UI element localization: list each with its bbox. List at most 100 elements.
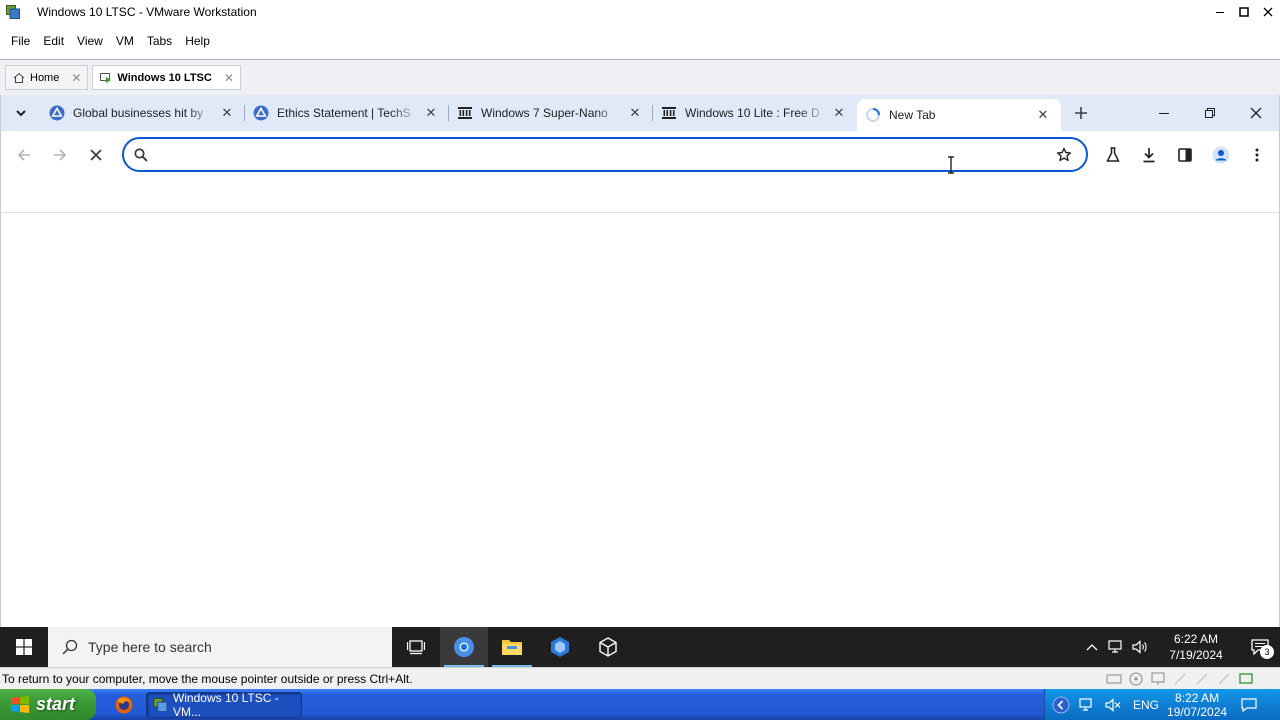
tray-back-arrow-icon[interactable] <box>1051 695 1071 715</box>
menu-file[interactable]: File <box>5 28 36 54</box>
taskbar-app-blue[interactable] <box>536 627 584 667</box>
new-tab-button[interactable] <box>1065 97 1097 129</box>
loading-icon <box>865 107 881 123</box>
volume-icon[interactable] <box>1128 627 1152 667</box>
win10-start-button[interactable] <box>0 627 48 667</box>
download-icon[interactable] <box>1131 137 1167 173</box>
triangle-logo-icon <box>49 105 65 121</box>
device-cd-icon[interactable] <box>1128 671 1144 687</box>
address-bar[interactable] <box>122 137 1088 172</box>
menu-help[interactable]: Help <box>179 28 216 54</box>
tab-close-icon[interactable]: ✕ <box>623 101 647 125</box>
chrome-tab[interactable]: Windows 10 Lite : Free D ✕ <box>653 95 857 131</box>
windows-logo-icon <box>16 639 32 655</box>
taskbar-app-cube[interactable] <box>584 627 632 667</box>
menu-vm[interactable]: VM <box>110 28 140 54</box>
xp-system-tray: ENG 8:22 AM 19/07/2024 <box>1044 689 1280 720</box>
vmware-titlebar: Windows 10 LTSC - VMware Workstation <box>0 0 1280 24</box>
vmware-minimize-button[interactable] <box>1208 0 1232 24</box>
forward-arrow-icon <box>54 149 67 161</box>
chrome-tab-title: Ethics Statement | TechS <box>277 106 411 120</box>
device-hdd-icon[interactable] <box>1106 671 1122 687</box>
vmware-maximize-button[interactable] <box>1232 0 1256 24</box>
guest-screen[interactable]: Global businesses hit by ✕ Ethics Statem… <box>0 95 1280 627</box>
menu-edit[interactable]: Edit <box>37 28 70 54</box>
action-center-button[interactable]: 3 <box>1240 627 1280 667</box>
chrome-minimize-button[interactable] <box>1141 95 1187 131</box>
text-cursor-icon <box>948 156 954 174</box>
message-log-icon[interactable] <box>1238 671 1254 687</box>
triangle-logo-icon <box>253 105 269 121</box>
tab-search-button[interactable] <box>1 95 41 131</box>
address-input[interactable] <box>156 146 1050 163</box>
bookmark-star-icon[interactable] <box>1050 141 1078 169</box>
tray-muted-volume-icon[interactable] <box>1103 695 1123 715</box>
search-icon <box>52 639 88 655</box>
forward-button[interactable] <box>42 137 78 173</box>
xp-notification-icon[interactable] <box>1239 695 1259 715</box>
profile-avatar-icon[interactable] <box>1203 137 1239 173</box>
task-view-icon <box>407 640 425 655</box>
vmware-tab-close-icon[interactable]: ✕ <box>71 71 81 85</box>
chrome-restore-button[interactable] <box>1187 95 1233 131</box>
menu-view[interactable]: View <box>71 28 109 54</box>
device-network-icon[interactable] <box>1150 671 1166 687</box>
taskbar-chrome[interactable] <box>440 627 488 667</box>
chrome-tab-title: Global businesses hit by <box>73 106 204 120</box>
vmware-window-title: Windows 10 LTSC - VMware Workstation <box>37 5 257 19</box>
app-icon <box>551 637 569 657</box>
menu-tabs[interactable]: Tabs <box>141 28 178 54</box>
win10-search-box[interactable]: Type here to search <box>48 627 392 667</box>
chrome-tab-bar: Global businesses hit by ✕ Ethics Statem… <box>1 95 1279 131</box>
vmware-menubar: File Edit View VM Tabs Help <box>0 28 216 54</box>
vmware-close-button[interactable] <box>1256 0 1280 24</box>
tab-close-icon[interactable]: ✕ <box>827 101 851 125</box>
device-usb-icon[interactable] <box>1172 671 1188 687</box>
side-panel-icon[interactable] <box>1167 137 1203 173</box>
language-indicator[interactable]: ENG <box>1133 698 1159 712</box>
vmware-tab-home[interactable]: Home ✕ <box>5 65 89 90</box>
quicklaunch-firefox-icon[interactable] <box>112 693 136 717</box>
back-button[interactable] <box>6 137 42 173</box>
vmware-app-icon <box>5 4 21 20</box>
labs-flask-icon[interactable] <box>1095 137 1131 173</box>
win10-time: 6:22 AM <box>1173 632 1219 646</box>
archive-icon <box>457 105 473 121</box>
chrome-tab-title: Windows 10 Lite : Free D <box>685 106 820 120</box>
taskbar-file-explorer[interactable] <box>488 627 536 667</box>
chrome-tab[interactable]: Ethics Statement | TechS ✕ <box>245 95 449 131</box>
cube-icon <box>599 637 617 657</box>
folder-icon <box>502 640 522 655</box>
chrome-tab-active[interactable]: New Tab ✕ <box>857 99 1061 131</box>
xp-start-button[interactable]: start <box>0 689 96 720</box>
vmware-tab-vm[interactable]: Windows 10 LTSC ✕ <box>92 65 241 90</box>
win10-clock[interactable]: 6:22 AM 7/19/2024 <box>1160 631 1232 663</box>
device-printer-icon[interactable] <box>1216 671 1232 687</box>
plus-icon <box>1075 107 1087 119</box>
stop-loading-button[interactable] <box>78 137 114 173</box>
xp-date: 19/07/2024 <box>1167 704 1228 719</box>
vmware-tab-label: Windows 10 LTSC <box>117 71 212 84</box>
chrome-tab[interactable]: Global businesses hit by ✕ <box>41 95 245 131</box>
chrome-close-button[interactable] <box>1233 95 1279 131</box>
task-view-button[interactable] <box>392 627 440 667</box>
xp-time: 8:22 AM <box>1175 690 1220 705</box>
close-icon <box>90 149 102 161</box>
tab-close-icon[interactable]: ✕ <box>215 101 239 125</box>
show-hidden-icons-chevron-up-icon[interactable] <box>1080 627 1104 667</box>
xp-clock[interactable]: 8:22 AM 19/07/2024 <box>1167 691 1227 719</box>
menu-kebab-icon[interactable] <box>1239 137 1275 173</box>
chrome-tab[interactable]: Windows 7 Super-Nano ✕ <box>449 95 653 131</box>
network-icon[interactable] <box>1104 627 1128 667</box>
tray-network-icon[interactable] <box>1077 695 1097 715</box>
tab-close-icon[interactable]: ✕ <box>1031 103 1055 127</box>
xp-taskbar-vmware-window[interactable]: Windows 10 LTSC - VM... <box>146 691 302 719</box>
vmware-app-icon <box>153 697 168 712</box>
tab-close-icon[interactable]: ✕ <box>419 101 443 125</box>
device-sound-icon[interactable] <box>1194 671 1210 687</box>
chrome-toolbar <box>1 131 1279 179</box>
vmware-tab-close-icon[interactable]: ✕ <box>224 71 234 85</box>
chrome-tab-title: New Tab <box>889 108 936 122</box>
xp-start-label: start <box>36 694 76 714</box>
archive-icon <box>661 105 677 121</box>
